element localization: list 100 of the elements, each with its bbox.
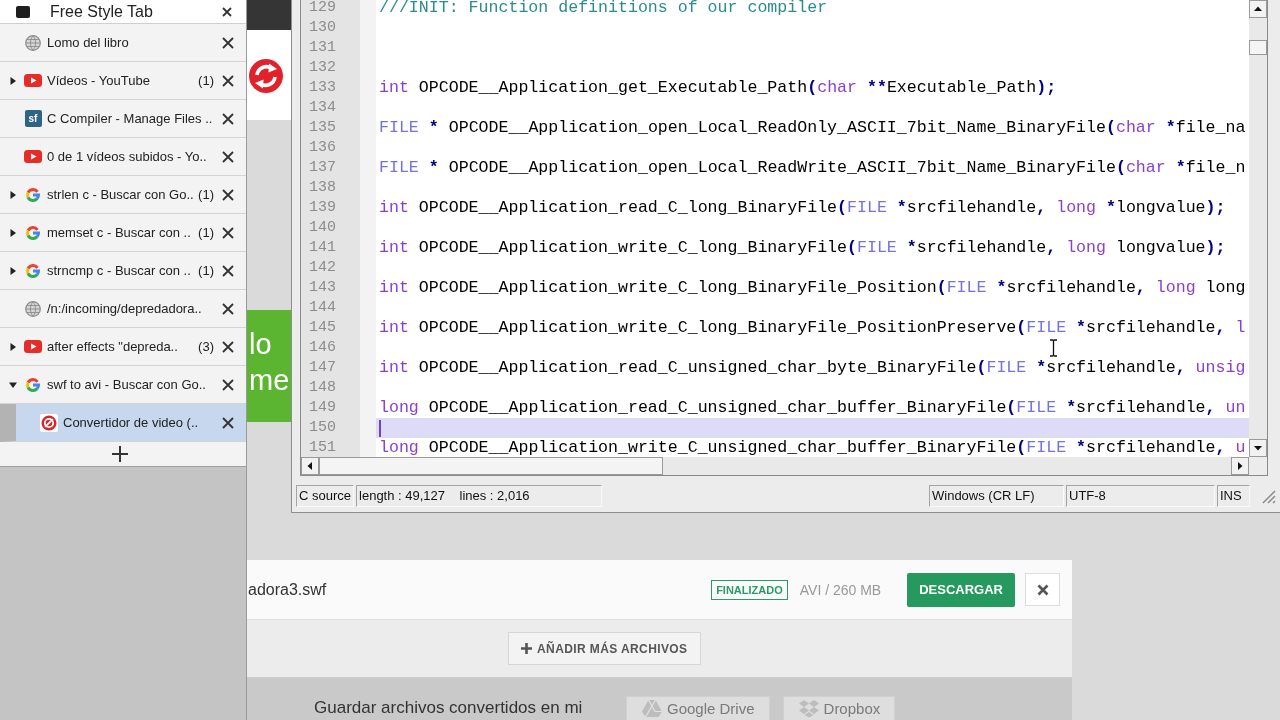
sidebar-icon bbox=[16, 5, 30, 18]
code-line: int OPCODE__Application_read_C_long_BinaryFile(FILE *srcfilehandle, long *longvalue); bbox=[379, 199, 1226, 217]
scrollbar-corner bbox=[1249, 457, 1267, 475]
twisty-icon[interactable] bbox=[9, 266, 17, 275]
boxes-logo-icon bbox=[797, 699, 820, 718]
plus-icon bbox=[521, 643, 532, 654]
arrow-right-icon[interactable] bbox=[1231, 457, 1249, 475]
add-files-button[interactable]: AÑADIR MÁS ARCHIVOS bbox=[508, 632, 701, 665]
banner-text: lo bbox=[249, 327, 272, 362]
twisty-icon[interactable] bbox=[9, 228, 17, 237]
arrow-down-icon[interactable] bbox=[1249, 439, 1267, 457]
close-icon[interactable] bbox=[222, 188, 234, 201]
code-line: int OPCODE__Application_write_C_long_BinaryFile_Position(FILE *srcfilehandle, long long bbox=[379, 279, 1246, 297]
line-number: 132 bbox=[309, 59, 336, 77]
circle-slash-icon bbox=[40, 413, 58, 432]
line-number: 139 bbox=[309, 199, 336, 217]
close-icon[interactable] bbox=[222, 150, 234, 163]
line-number: 141 bbox=[309, 239, 336, 257]
sidebar-tab[interactable]: Lomo del libro bbox=[0, 24, 246, 62]
sidebar-tab[interactable]: swf to avi - Buscar con Go.. bbox=[0, 366, 246, 404]
line-number: 143 bbox=[309, 279, 336, 297]
text-caret bbox=[379, 419, 381, 437]
status-tag: FINALIZADO bbox=[711, 579, 788, 600]
sidebar-tab[interactable]: 0 de 1 vídeos subidos - Yo.. bbox=[0, 138, 246, 176]
status-field: C source bbox=[296, 485, 355, 507]
close-icon[interactable] bbox=[222, 340, 234, 353]
code-line: int OPCODE__Application_get_Executable_Path(char **Executable_Path); bbox=[379, 79, 1057, 97]
line-number: 134 bbox=[309, 99, 336, 117]
sidebar-tab[interactable]: strncmp c - Buscar con .. (1) bbox=[0, 252, 246, 290]
line-number: 145 bbox=[309, 319, 336, 337]
scrollbar-thumb[interactable] bbox=[319, 457, 663, 475]
line-number: 147 bbox=[309, 359, 336, 377]
code-line: int OPCODE__Application_read_C_unsigned_char_byte_BinaryFile(FILE *srcfilehandle, unsig bbox=[379, 359, 1246, 377]
g-logo-icon bbox=[25, 224, 41, 241]
close-icon[interactable] bbox=[222, 378, 234, 391]
line-number: 129 bbox=[309, 0, 336, 17]
line-number: 144 bbox=[309, 299, 336, 317]
close-icon[interactable] bbox=[222, 74, 234, 87]
g-logo-icon bbox=[25, 186, 41, 203]
plus-icon bbox=[112, 446, 128, 462]
code-line: long OPCODE__Application_read_C_unsigned_char_buffer_BinaryFile(FILE *srcfilehandle, un bbox=[379, 399, 1246, 417]
g-logo-icon bbox=[25, 376, 41, 393]
status-field: UTF-8 bbox=[1066, 485, 1215, 507]
close-icon[interactable] bbox=[222, 302, 234, 315]
triangle-logo-icon bbox=[641, 699, 663, 718]
close-icon[interactable] bbox=[222, 112, 234, 125]
code-line: ///INIT: Function definitions of our compiler bbox=[379, 0, 828, 17]
line-number: 133 bbox=[309, 79, 336, 97]
sidebar-tab[interactable]: after effects "depreda.. (3) bbox=[0, 328, 246, 366]
vertical-scrollbar[interactable] bbox=[1249, 0, 1267, 457]
status-field: INS bbox=[1217, 485, 1250, 507]
page-top-bar bbox=[247, 0, 291, 30]
resize-grip-icon[interactable] bbox=[1260, 488, 1276, 504]
g-logo-icon bbox=[25, 262, 41, 279]
site-logo: sf bbox=[24, 110, 42, 127]
scrollbar-thumb[interactable] bbox=[1249, 40, 1267, 55]
line-number: 151 bbox=[309, 439, 336, 457]
play-icon bbox=[24, 150, 42, 163]
line-number: 136 bbox=[309, 139, 336, 157]
sidebar-title: Free Style Tab bbox=[50, 2, 154, 21]
horizontal-scrollbar[interactable] bbox=[301, 457, 1249, 475]
line-number: 131 bbox=[309, 39, 336, 57]
twisty-icon[interactable] bbox=[9, 190, 17, 199]
file-info: AVI / 260 MB bbox=[799, 581, 882, 598]
close-icon[interactable] bbox=[222, 6, 232, 17]
text-cursor-icon bbox=[1049, 339, 1058, 357]
play-icon bbox=[24, 74, 42, 87]
line-number: 130 bbox=[309, 19, 336, 37]
line-number: 148 bbox=[309, 379, 336, 397]
close-icon bbox=[1036, 583, 1049, 596]
remove-button[interactable] bbox=[1025, 573, 1060, 606]
close-icon[interactable] bbox=[222, 226, 234, 239]
sidebar-tab[interactable]: strlen c - Buscar con Go.. (1) bbox=[0, 176, 246, 214]
file-name: adora3.swf bbox=[247, 580, 328, 599]
line-number: 142 bbox=[309, 259, 336, 277]
globe-icon bbox=[25, 34, 41, 51]
code-line: FILE * OPCODE__Application_open_Local_ReadOnly_ASCII_7bit_Name_BinaryFile(char *file_na bbox=[379, 119, 1246, 137]
code-line: FILE * OPCODE__Application_open_Local_ReadWrite_ASCII_7bit_Name_BinaryFile(char *file_n bbox=[379, 159, 1246, 177]
arrow-up-icon[interactable] bbox=[1249, 0, 1267, 18]
twisty-icon[interactable] bbox=[9, 380, 17, 389]
twisty-icon[interactable] bbox=[9, 342, 17, 351]
status-field: length : 49,127 lines : 2,016 bbox=[356, 485, 603, 507]
sidebar-tab[interactable]: /n:/incoming/depredadora.. bbox=[0, 290, 246, 328]
sidebar-tab[interactable]: sf C Compiler - Manage Files .. bbox=[0, 100, 246, 138]
banner-text: me bbox=[249, 363, 290, 398]
close-icon[interactable] bbox=[222, 416, 234, 429]
globe-icon bbox=[25, 300, 41, 317]
sidebar-tab[interactable]: memset c - Buscar con .. (1) bbox=[0, 214, 246, 252]
line-number: 137 bbox=[309, 159, 336, 177]
line-number: 150 bbox=[309, 419, 336, 437]
close-icon[interactable] bbox=[222, 36, 234, 49]
twisty-icon[interactable] bbox=[9, 76, 17, 85]
arrow-left-icon[interactable] bbox=[301, 457, 319, 475]
status-field: Windows (CR LF) bbox=[929, 485, 1064, 507]
close-icon[interactable] bbox=[222, 264, 234, 277]
line-number: 135 bbox=[309, 119, 336, 137]
sidebar-tab[interactable]: Convertidor de video (.. bbox=[0, 404, 246, 442]
download-button[interactable]: DESCARGAR bbox=[907, 572, 1015, 607]
code-line: int OPCODE__Application_write_C_long_BinaryFile(FILE *srcfilehandle, long longvalue); bbox=[379, 239, 1226, 257]
sidebar-tab[interactable]: Vídeos - YouTube (1) bbox=[0, 62, 246, 100]
